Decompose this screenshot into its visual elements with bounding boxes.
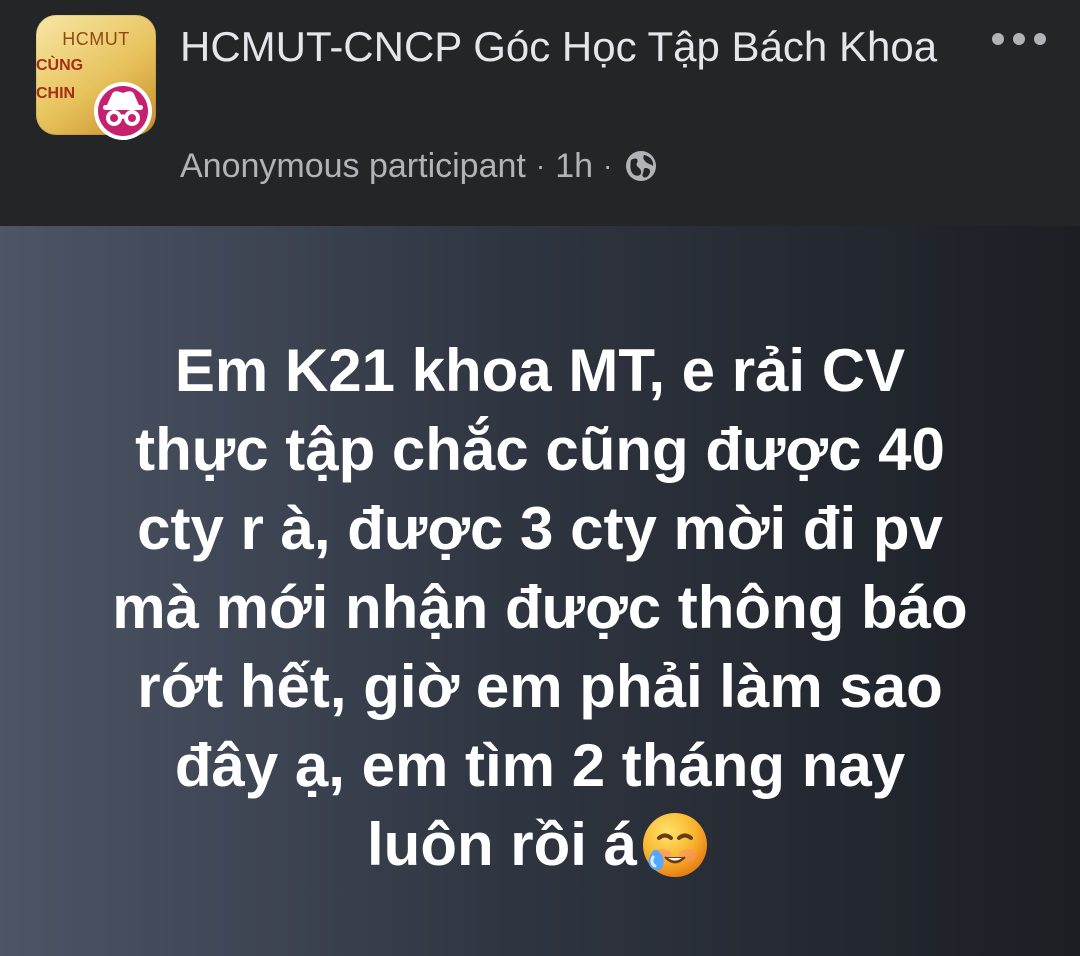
group-avatar-art-line-2: CHIN [36,85,76,102]
post-text-line: mà mới nhận được thông báo [112,574,968,641]
crying-face-emoji-icon [643,812,707,877]
post-text: Em K21 khoa MT, e rải CV thực tập chắc c… [0,331,1080,884]
post-text-line: rớt hết, giờ em phải làm sao [137,653,943,720]
post-text-line: đây ạ, em tìm 2 tháng nay [174,732,906,799]
post-text-line: cty r à, được 3 cty mời đi pv [137,495,943,562]
post-time[interactable]: 1h [555,147,593,186]
facebook-group-post: HCMUT CÙNG CHIN HCMUT-CNCP Góc Học Tập B… [0,0,1080,956]
meta-separator-2: · [603,150,613,181]
incognito-icon [85,81,161,141]
post-text-line: Em K21 khoa MT, e rải CV [174,337,906,404]
more-options-icon-dot [1034,33,1046,45]
post-header: HCMUT CÙNG CHIN HCMUT-CNCP Góc Học Tập B… [0,0,1080,226]
post-text-last-line: luôn rồi á [367,805,713,884]
group-name[interactable]: HCMUT-CNCP Góc Học Tập Bách Khoa [180,17,970,77]
post-text-line: luôn rồi á [367,811,637,878]
post-background-card: Em K21 khoa MT, e rải CV thực tập chắc c… [0,226,1080,956]
post-text-line: thực tập chắc cũng được 40 [135,416,945,483]
group-avatar-art-line-1: CÙNG [36,57,84,74]
post-meta: Anonymous participant · 1h · [180,143,658,189]
group-avatar-label: HCMUT [62,29,130,49]
more-options-icon-dot [1013,33,1025,45]
more-options-icon-dot [992,33,1004,45]
anonymous-author-label[interactable]: Anonymous participant [180,147,526,186]
meta-separator: · [535,150,546,181]
more-options-button[interactable] [992,24,1046,54]
globe-icon [626,151,657,181]
